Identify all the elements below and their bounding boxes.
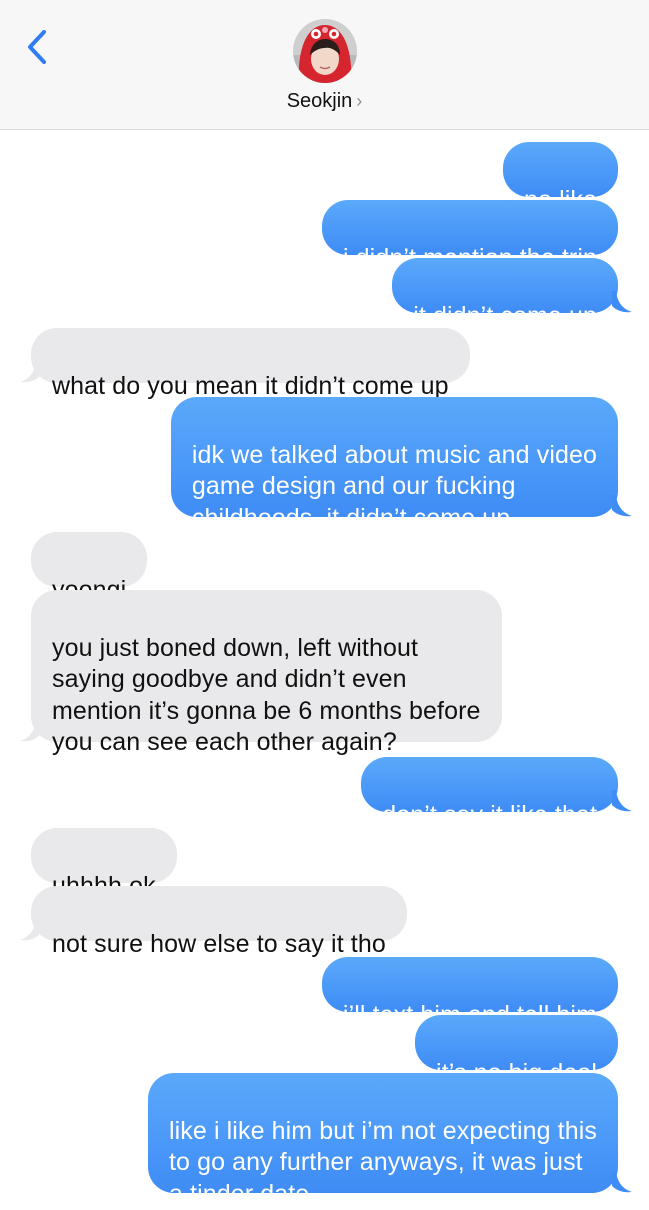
bubble-tail <box>20 361 40 383</box>
message-bubble-sent[interactable]: like i like him but i’m not expecting th… <box>148 1073 618 1208</box>
message-text: like i like him but i’m not expecting th… <box>169 1116 597 1208</box>
message-bubble-sent[interactable]: i didn’t mention the trip <box>321 200 618 272</box>
message-bubble-sent[interactable]: don’t say it like that <box>361 757 618 829</box>
message-bubble-received[interactable]: uhhhh ok <box>31 828 177 900</box>
message-bubble-sent[interactable]: it didn’t come up <box>392 258 618 330</box>
bubble-tail <box>612 790 632 812</box>
message-text: it didn’t come up <box>413 301 597 330</box>
message-bubble-received[interactable]: not sure how else to say it tho <box>31 886 407 958</box>
bubble-tail <box>612 495 632 517</box>
contact-name: Seokjin <box>286 90 353 112</box>
message-text: what do you mean it didn’t come up <box>52 371 449 400</box>
message-text: you just boned down, left without saying… <box>52 633 481 757</box>
message-bubble-sent[interactable]: it’s no big deal <box>415 1015 618 1087</box>
bubble-tail <box>612 1171 632 1193</box>
chevron-right-icon: › <box>356 91 363 111</box>
conversation-header: Seokjin › <box>0 0 649 130</box>
message-bubble-received[interactable]: yoongi <box>31 532 148 604</box>
back-button[interactable] <box>22 28 56 68</box>
message-text: not sure how else to say it tho <box>52 929 386 958</box>
avatar-image <box>293 19 357 83</box>
message-text: don’t say it like that <box>382 800 597 829</box>
message-bubble-sent[interactable]: no like <box>503 142 618 214</box>
message-bubble-received[interactable]: you just boned down, left without saying… <box>31 590 502 756</box>
bubble-tail <box>612 291 632 313</box>
message-bubble-sent[interactable]: i’ll text him and tell him <box>321 957 618 1029</box>
message-bubble-received[interactable]: what do you mean it didn’t come up <box>31 328 470 400</box>
bubble-tail <box>20 919 40 941</box>
contact-name-button[interactable]: Seokjin › <box>0 90 649 113</box>
message-text: idk we talked about music and video game… <box>191 440 597 532</box>
chevron-left-icon <box>28 30 46 64</box>
bubble-tail <box>20 720 40 742</box>
message-bubble-sent[interactable]: idk we talked about music and video game… <box>170 397 618 532</box>
avatar[interactable] <box>293 19 357 83</box>
